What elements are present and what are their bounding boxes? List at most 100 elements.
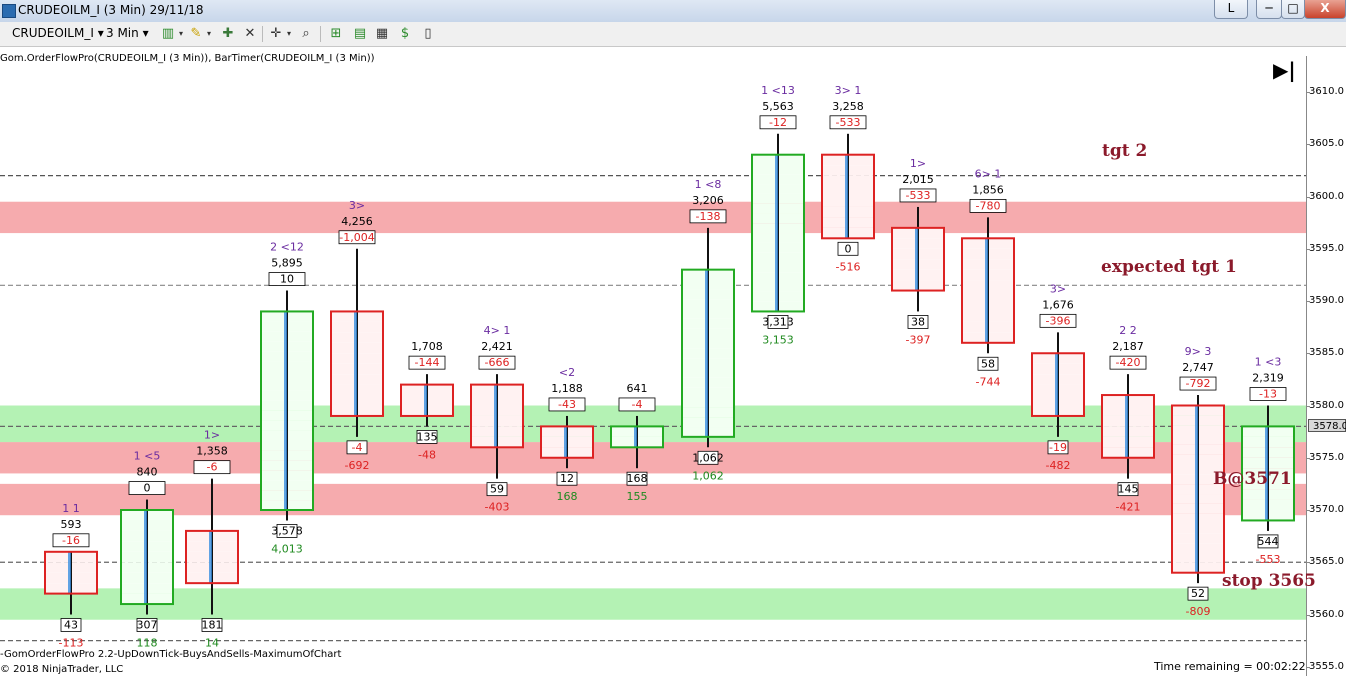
- bar-summary-label: 38: [911, 315, 925, 328]
- bar-delta-label: -6: [207, 461, 218, 474]
- scroll-to-end-icon[interactable]: ▶|: [1273, 58, 1296, 82]
- bar-summary-label: 58: [981, 357, 995, 370]
- data-box-icon[interactable]: ▯: [420, 26, 436, 42]
- toolbar-divider: [320, 26, 321, 42]
- orderflow-bar: 6> 1 1,856 -780 58 -744: [961, 167, 1015, 388]
- bar-cumulative-label: 155: [627, 490, 648, 503]
- bar-header-label: 2,319: [1252, 372, 1284, 385]
- bar-header-label: 4> 1: [484, 324, 511, 337]
- bar-summary-label: 181: [202, 619, 223, 632]
- orderflow-bar: 3> 1 3,258 -533 0 -516: [821, 84, 875, 273]
- bar-summary-label: 12: [560, 472, 574, 485]
- bar-cumulative-label: 168: [557, 490, 578, 503]
- bar-summary-label: 135: [417, 430, 438, 443]
- bar-summary-label: 1,062: [692, 451, 724, 464]
- annotation-expected-tgt1: expected tgt 1: [1101, 257, 1237, 277]
- chart-app-icon: [2, 4, 16, 18]
- dollar-icon[interactable]: $: [397, 26, 413, 42]
- price-tick-label: 3555.0: [1306, 660, 1344, 672]
- bar-header-label: 1 <8: [695, 178, 722, 191]
- volume-profile: [915, 227, 918, 291]
- chart-toolbar: CRUDEOILM_I ▾ 3 Min ▾ ▥ ▾ ✎ ▾ ✚ ✕ ✛ ▾ ⌕ …: [0, 22, 1346, 47]
- bar-delta-label: -666: [485, 356, 510, 369]
- price-tick-label: 3575.0: [1306, 451, 1344, 463]
- orderflow-bar: 1 <3 2,319 -13 544 -553: [1241, 356, 1295, 566]
- bar-header-label: 3,258: [832, 100, 864, 113]
- window-title: CRUDEOILM_I (3 Min) 29/11/18: [18, 3, 204, 17]
- bar-header-label: 2,747: [1182, 361, 1214, 374]
- bar-delta-label: -533: [836, 116, 861, 129]
- instrument-dropdown[interactable]: CRUDEOILM_I ▾: [12, 25, 104, 42]
- volume-profile: [1125, 395, 1128, 458]
- bar-header-label: 4,256: [341, 215, 373, 228]
- bar-summary-label: 0: [845, 242, 852, 255]
- period-dropdown[interactable]: 3 Min ▾: [106, 25, 149, 42]
- minimize-button[interactable]: ─: [1256, 0, 1282, 19]
- bar-summary-label: 145: [1118, 483, 1139, 496]
- maximize-button[interactable]: □: [1281, 0, 1305, 19]
- bar-header-label: 3>: [349, 199, 365, 212]
- bar-delta-label: -792: [1186, 377, 1211, 390]
- bar-header-label: <2: [559, 366, 575, 379]
- bar-delta-label: -420: [1116, 356, 1141, 369]
- bar-delta-label: -1,004: [339, 231, 374, 244]
- bar-header-label: 1 <3: [1255, 356, 1282, 369]
- bar-header-label: 1 <5: [134, 450, 161, 463]
- close-button[interactable]: X: [1304, 0, 1346, 19]
- bar-cumulative-label: -516: [836, 260, 861, 273]
- bar-summary-label: 3,578: [271, 524, 303, 537]
- volume-profile: [284, 311, 287, 510]
- bar-cumulative-label: -482: [1046, 459, 1071, 472]
- copyright: © 2018 NinjaTrader, LLC: [0, 664, 124, 675]
- volume-profile: [845, 154, 848, 239]
- chevron-down-icon[interactable]: ▾: [201, 26, 217, 42]
- indicators-icon[interactable]: ⊞: [328, 26, 344, 42]
- bar-cumulative-label: 118: [137, 637, 158, 650]
- bar-header-label: 840: [137, 466, 158, 479]
- zone-red: [0, 483, 1306, 516]
- volume-profile: [424, 384, 427, 416]
- bar-header-label: 2,421: [481, 340, 513, 353]
- chevron-down-icon[interactable]: ▾: [281, 26, 297, 42]
- orderflow-bar: 1 <13 5,563 -12 3,313 3,153: [751, 84, 805, 346]
- bar-summary-label: 544: [1258, 535, 1279, 548]
- chevron-down-icon[interactable]: ▾: [173, 26, 189, 42]
- bar-timer: Time remaining = 00:02:22: [1154, 660, 1306, 673]
- bar-header-label: 3>: [1050, 282, 1066, 295]
- add-indicator-icon[interactable]: ✚: [220, 26, 236, 42]
- price-tick-label: 3590.0: [1306, 295, 1344, 306]
- bar-header-label: 2 2: [1119, 324, 1137, 337]
- bar-cumulative-label: 3,153: [762, 333, 794, 346]
- zoom-icon[interactable]: ⌕: [298, 26, 314, 42]
- bar-cumulative-label: -744: [976, 375, 1001, 388]
- bar-header-label: 1,676: [1042, 298, 1074, 311]
- price-tick-label: 3570.0: [1306, 504, 1344, 515]
- volume-profile: [68, 551, 71, 594]
- toolbar-divider: [262, 26, 263, 42]
- volume-profile: [1055, 353, 1058, 416]
- bar-header-label: 1,856: [972, 183, 1004, 196]
- bar-cumulative-label: -403: [485, 501, 510, 514]
- price-tick-label: 3595.0: [1306, 242, 1344, 254]
- bar-summary-label: -4: [352, 441, 363, 454]
- orderflow-bar: <2 1,188 -43 12 168: [540, 366, 594, 503]
- bar-delta-label: 0: [144, 482, 151, 495]
- bar-delta-label: -12: [769, 116, 787, 129]
- bar-cumulative-label: 4,013: [271, 542, 303, 555]
- volume-profile: [209, 530, 212, 584]
- volume-profile: [705, 269, 708, 437]
- price-tick-label: 3605.0: [1306, 138, 1344, 150]
- bar-header-label: 2,187: [1112, 340, 1144, 353]
- orderflow-bar: 2 <12 5,895 10 3,578 4,013: [260, 241, 314, 555]
- bar-header-label: 9> 3: [1185, 345, 1212, 358]
- price-tick-label: 3580.0: [1306, 399, 1344, 411]
- strategies-icon[interactable]: ▤: [352, 26, 368, 42]
- volume-profile: [634, 426, 637, 448]
- chart-properties-icon[interactable]: ▦: [374, 26, 390, 42]
- bar-header-label: 3> 1: [835, 84, 862, 97]
- price-tick-label: 3560.0: [1306, 608, 1344, 620]
- remove-indicator-icon[interactable]: ✕: [242, 26, 258, 42]
- bar-header-label: 6> 1: [975, 167, 1002, 180]
- restore-button[interactable]: L: [1214, 0, 1248, 19]
- price-tick-label: 3565.0: [1306, 556, 1344, 568]
